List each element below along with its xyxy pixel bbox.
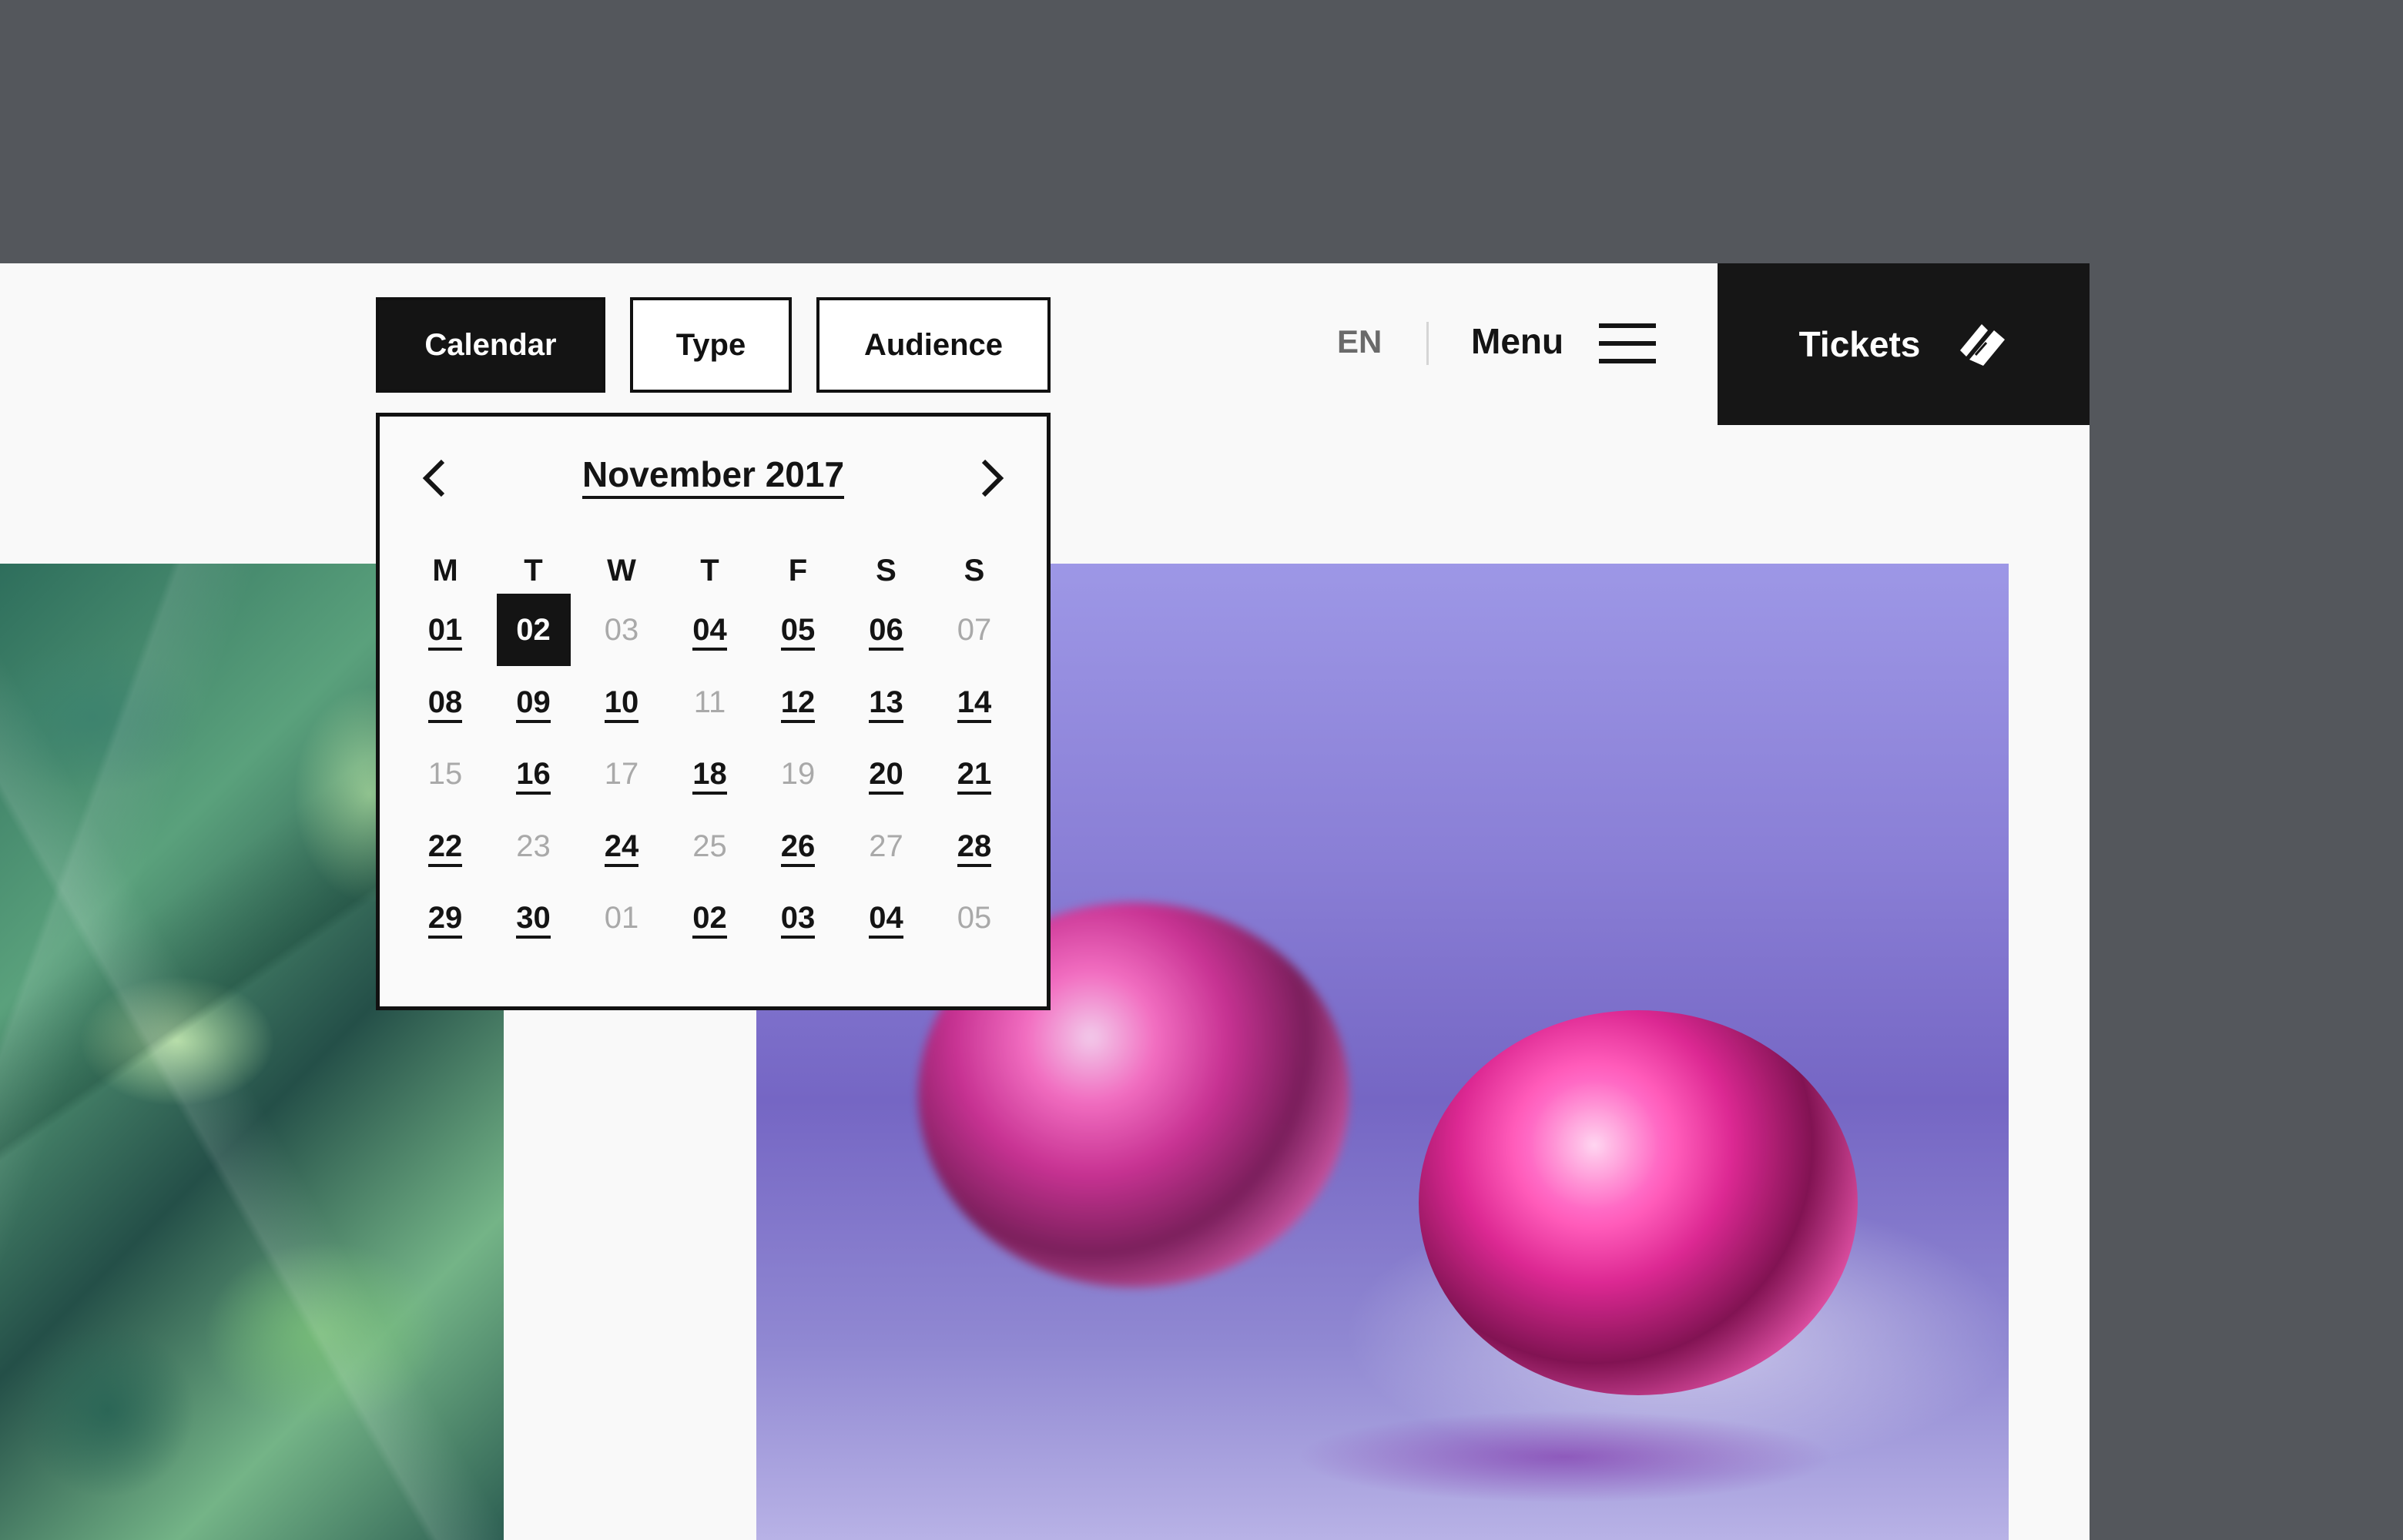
calendar-dropdown: November 2017 M T W T F S S 01 02 03 04 05 06 07 08 09 1… — [376, 413, 1051, 1010]
calendar-day-number: 11 — [693, 685, 726, 719]
weekday-header: S — [876, 554, 897, 588]
calendar-day-number: 01 — [604, 901, 639, 935]
calendar-day-number: 17 — [604, 757, 639, 791]
weekday-header: T — [700, 554, 719, 588]
calendar-day[interactable]: 28 — [937, 810, 1011, 882]
header-divider — [1426, 322, 1429, 365]
calendar-day-number: 30 — [516, 900, 551, 939]
calendar-day[interactable]: 20 — [850, 738, 923, 810]
calendar-day-number: 28 — [957, 829, 992, 867]
calendar-day-number: 21 — [957, 756, 992, 795]
weekday-header: W — [607, 554, 636, 588]
calendar-day[interactable]: 08 — [408, 666, 482, 738]
weekday-header: M — [432, 554, 458, 588]
calendar-day[interactable]: 12 — [761, 666, 835, 738]
calendar-day-number: 25 — [692, 829, 727, 863]
calendar-day[interactable]: 30 — [497, 882, 571, 954]
type-filter-button[interactable]: Type — [630, 297, 792, 393]
calendar-day-number: 27 — [869, 829, 903, 863]
calendar-day[interactable]: 16 — [497, 738, 571, 810]
calendar-day: 23 — [497, 810, 571, 882]
pink-diamond — [1419, 1010, 1858, 1395]
language-switch[interactable]: EN — [1337, 323, 1382, 360]
calendar-day-number: 15 — [427, 757, 463, 791]
calendar-day: 05 — [937, 882, 1011, 954]
calendar-day-number: 26 — [780, 829, 816, 867]
calendar-day-number: 22 — [427, 829, 463, 867]
calendar-day-number: 13 — [869, 685, 903, 723]
calendar-day: 17 — [585, 738, 659, 810]
calendar-day[interactable]: 21 — [937, 738, 1011, 810]
menu-button[interactable]: Menu — [1471, 320, 1563, 362]
calendar-day-number: 29 — [427, 900, 463, 939]
weekday-header: F — [788, 554, 808, 588]
calendar-day[interactable]: 22 — [408, 810, 482, 882]
calendar-filter-button[interactable]: Calendar — [376, 297, 605, 393]
ticket-icon — [1960, 324, 2006, 366]
calendar-day[interactable]: 10 — [585, 666, 659, 738]
month-label[interactable]: November 2017 — [380, 454, 1047, 499]
calendar-day-number: 09 — [516, 685, 551, 723]
calendar-day: 07 — [937, 594, 1011, 666]
calendar-day-number: 05 — [957, 901, 992, 935]
calendar-day-number: 08 — [427, 685, 463, 723]
calendar-day-number: 01 — [427, 612, 463, 651]
calendar-day-number: 24 — [604, 829, 639, 867]
calendar-day-number: 14 — [957, 685, 992, 723]
calendar-day[interactable]: 24 — [585, 810, 659, 882]
weekday-header: S — [964, 554, 985, 588]
calendar-day[interactable]: 04 — [850, 882, 923, 954]
calendar-day[interactable]: 05 — [761, 594, 835, 666]
calendar-day-number: 07 — [957, 613, 992, 647]
calendar-day-number: 20 — [869, 756, 903, 795]
calendar-day-number: 10 — [604, 685, 639, 723]
calendar-day: 19 — [761, 738, 835, 810]
calendar-day-number: 06 — [869, 612, 903, 651]
calendar-day-number: 04 — [692, 612, 727, 651]
chevron-right-icon[interactable] — [976, 455, 1007, 501]
calendar-day[interactable]: 04 — [673, 594, 747, 666]
weekday-header: T — [524, 554, 543, 588]
calendar-day[interactable]: 18 — [673, 738, 747, 810]
calendar-day[interactable]: 02 — [673, 882, 747, 954]
calendar-day: 25 — [673, 810, 747, 882]
calendar-day-number: 03 — [780, 900, 816, 939]
page: Calendar Type Audience EN Menu Tickets N… — [0, 263, 2090, 1540]
calendar-day-number: 02 — [692, 900, 727, 939]
calendar-day-number: 03 — [604, 613, 639, 647]
calendar-day[interactable]: 06 — [850, 594, 923, 666]
calendar-day-number: 18 — [692, 756, 727, 795]
tickets-label: Tickets — [1798, 324, 1921, 364]
diamond-shadow — [1295, 1411, 1835, 1503]
calendar-day-number: 05 — [780, 612, 816, 651]
calendar-day: 27 — [850, 810, 923, 882]
calendar-day: 15 — [408, 738, 482, 810]
calendar-day[interactable]: 09 — [497, 666, 571, 738]
calendar-day-selected[interactable]: 02 — [496, 594, 571, 666]
calendar-day: 11 — [673, 666, 747, 738]
calendar-day[interactable]: 26 — [761, 810, 835, 882]
calendar-day[interactable]: 03 — [761, 882, 835, 954]
calendar-day[interactable]: 29 — [408, 882, 482, 954]
calendar-day-number: 12 — [780, 685, 816, 723]
calendar-day-number: 16 — [516, 756, 551, 795]
calendar-day-number: 19 — [780, 757, 816, 791]
calendar-day[interactable]: 01 — [408, 594, 482, 666]
calendar-day-number: 02 — [516, 613, 551, 647]
audience-filter-button[interactable]: Audience — [816, 297, 1051, 393]
calendar-day[interactable]: 14 — [937, 666, 1011, 738]
tickets-button[interactable]: Tickets — [1718, 263, 2090, 425]
calendar-day-number: 04 — [869, 900, 903, 939]
hamburger-icon[interactable] — [1599, 323, 1656, 363]
calendar-day: 03 — [585, 594, 659, 666]
calendar-day-number: 23 — [516, 829, 551, 863]
calendar-day[interactable]: 13 — [850, 666, 923, 738]
calendar-day: 01 — [585, 882, 659, 954]
